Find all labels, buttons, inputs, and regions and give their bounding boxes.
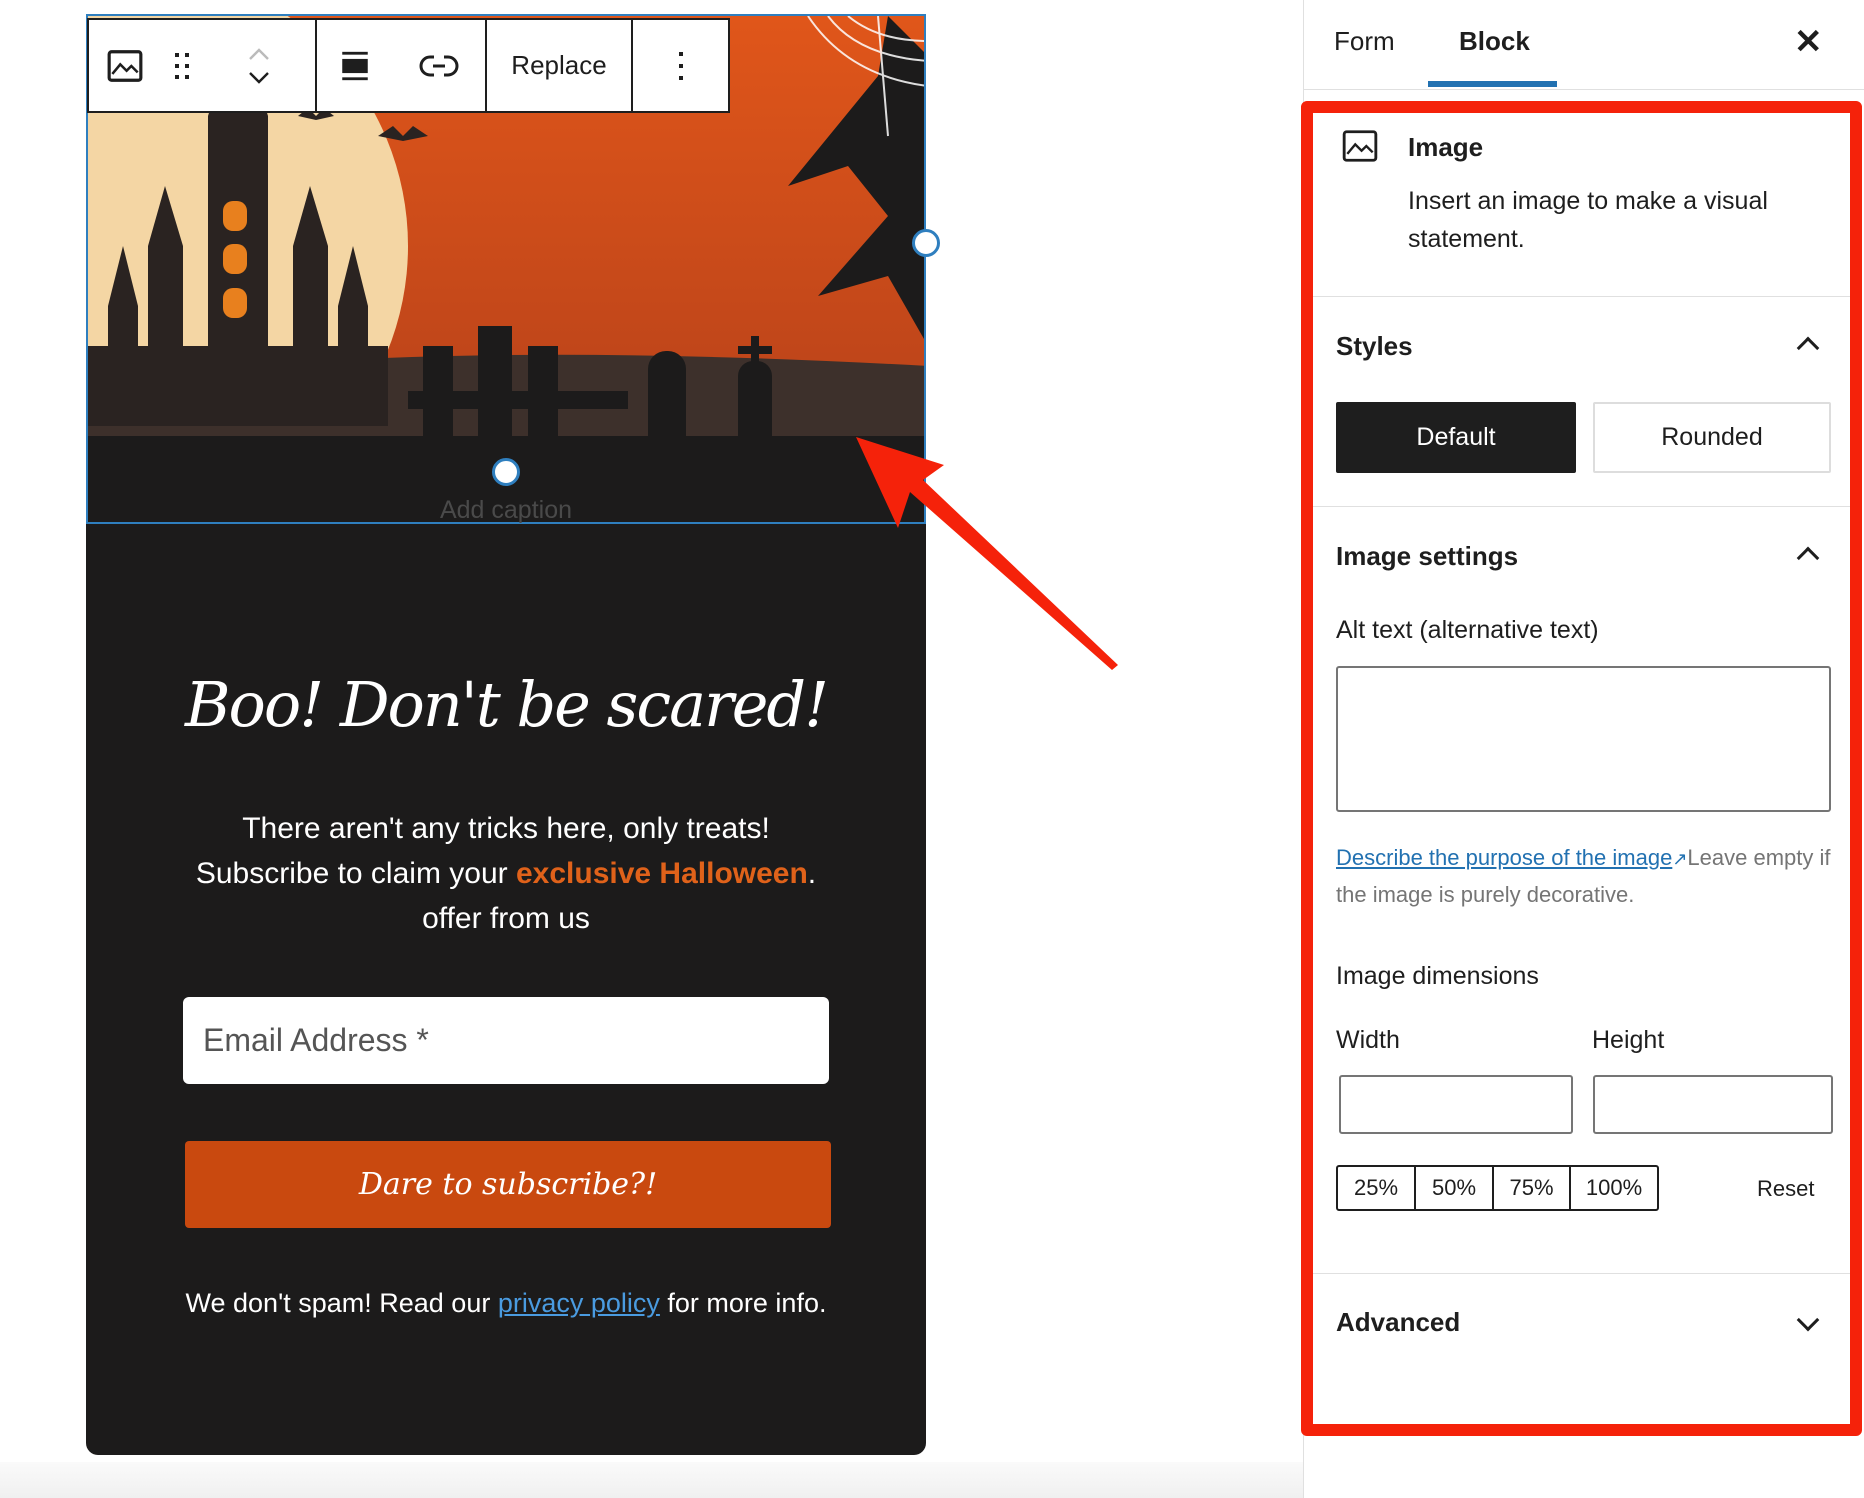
resize-handle-right[interactable]: [912, 229, 940, 257]
replace-button[interactable]: Replace: [487, 20, 631, 111]
tab-divider: [1303, 89, 1864, 90]
close-icon[interactable]: ✕: [1794, 22, 1823, 62]
align-icon: [341, 51, 368, 80]
description-text: .: [807, 857, 817, 890]
active-tab-indicator: [1428, 81, 1557, 87]
link-icon: [419, 55, 458, 76]
highlight-box-annotation: [1301, 101, 1862, 1436]
image-block-button[interactable]: [89, 20, 161, 111]
tab-form[interactable]: Form: [1334, 26, 1395, 57]
move-up-icon[interactable]: [247, 47, 271, 61]
highlight-text: exclusive Halloween: [515, 857, 808, 890]
red-arrow-annotation: [856, 437, 1118, 670]
more-options-button[interactable]: [633, 20, 728, 111]
privacy-note-text: We don't spam! Read our: [185, 1288, 498, 1318]
drag-handle-button[interactable]: [161, 20, 203, 111]
caption-input[interactable]: Add caption: [86, 496, 926, 525]
email-input[interactable]: Email Address *: [183, 997, 829, 1084]
more-options-icon: [678, 51, 683, 80]
resize-handle-bottom[interactable]: [492, 458, 520, 486]
description-text: Subscribe to claim your: [195, 857, 516, 890]
tab-block[interactable]: Block: [1459, 26, 1530, 57]
form-heading: Boo! Don't be scared!: [185, 668, 829, 741]
form-description: There aren't any tricks here, only treat…: [150, 806, 862, 941]
move-buttons: [203, 20, 315, 111]
link-button[interactable]: [392, 20, 485, 111]
privacy-note-text: for more info.: [659, 1288, 827, 1318]
description-line-1: There aren't any tricks here, only treat…: [242, 812, 770, 845]
image-icon: [107, 49, 143, 82]
block-toolbar: Replace: [87, 18, 730, 113]
description-line-2: Subscribe to claim your exclusive Hallow…: [150, 851, 862, 896]
description-line-3: offer from us: [422, 902, 590, 935]
drag-handle-icon: [175, 52, 189, 79]
subscribe-button[interactable]: Dare to subscribe?!: [185, 1141, 831, 1228]
align-button[interactable]: [317, 20, 392, 111]
privacy-policy-link[interactable]: privacy policy: [498, 1288, 660, 1318]
privacy-note: We don't spam! Read our privacy policy f…: [86, 1288, 926, 1319]
move-down-icon[interactable]: [247, 71, 271, 85]
